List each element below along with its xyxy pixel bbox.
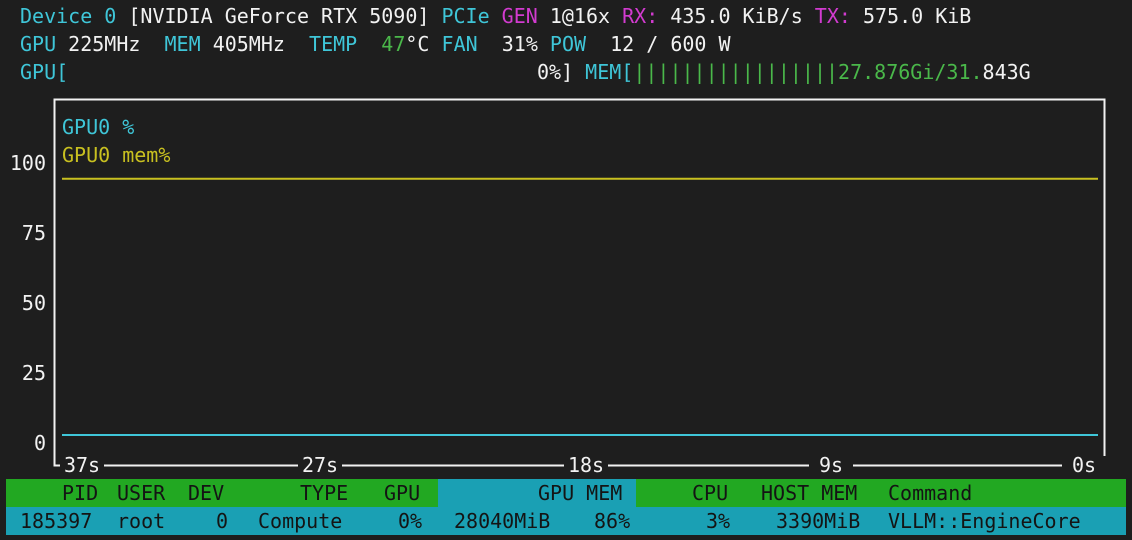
x-tick-label: 37s	[64, 453, 100, 477]
row-cpu: 3%	[706, 509, 731, 533]
row-type: Compute	[258, 509, 343, 533]
gpu-util-bar: GPU[	[20, 58, 68, 86]
col-cpu[interactable]: CPU	[692, 479, 728, 507]
rx-value: 435.0 KiB/s	[670, 4, 803, 28]
mem-bar-label: MEM[	[585, 60, 634, 84]
gpu-clock-label: GPU	[20, 32, 57, 56]
device-label: Device 0	[20, 4, 117, 28]
mem-bar-total: 843G	[982, 60, 1031, 84]
pow-value: 12 / 600 W	[610, 32, 731, 56]
table-row[interactable]: 185397 root 0 Compute 0% 28040MiB 86% 3%…	[6, 507, 1126, 535]
gpu-bar-value: 0%]	[537, 60, 574, 84]
pcie-label: PCIe	[441, 4, 490, 28]
legend-entry-1: GPU0 mem%	[62, 143, 170, 167]
y-tick-label: 50	[22, 291, 46, 315]
row-dev: 0	[216, 509, 229, 533]
row-pid: 185397	[20, 509, 93, 533]
gpu-bar-label: GPU[	[20, 60, 69, 84]
row-gpu-mem: 28040MiB	[454, 509, 551, 533]
x-tick-label: 0s	[1072, 453, 1096, 477]
row-gpu-mem-pct: 86%	[594, 509, 631, 533]
y-tick-label: 75	[22, 221, 46, 245]
legend-entry-0: GPU0 %	[62, 115, 134, 139]
tx-value: 575.0 KiB	[862, 4, 972, 28]
gen-label: GEN	[501, 4, 538, 28]
gpu-clock-value: 225MHz	[68, 32, 141, 56]
gen-value: 1@16x	[549, 4, 611, 28]
col-pid[interactable]: PID	[62, 479, 98, 507]
y-tick-label: 0	[34, 431, 46, 455]
y-tick-label: 100	[10, 151, 46, 175]
x-tick-label: 27s	[302, 453, 338, 477]
x-tick-label: 9s	[819, 453, 843, 477]
col-dev[interactable]: DEV	[188, 479, 224, 507]
col-command[interactable]: Command	[888, 479, 972, 507]
col-gpu[interactable]: GPU	[384, 479, 420, 507]
col-user[interactable]: USER	[117, 479, 165, 507]
pow-label: POW	[549, 32, 587, 56]
gpu-usage-chart: 100 75 50 25 0 37s 27s 18s 9s 0s GPU0 % GPU0 mem%	[10, 98, 1106, 477]
mem-clock-label: MEM	[164, 32, 201, 56]
temp-unit: °C	[405, 32, 430, 56]
fan-value: 31%	[501, 32, 538, 56]
stats-line: GPU 225MHz MEM 405MHz TEMP 47°C FAN 31% …	[20, 30, 731, 58]
row-command: VLLM::EngineCore	[888, 509, 1081, 533]
col-gpu-mem[interactable]: GPU MEM	[538, 479, 622, 507]
device-info-line: Device 0 [NVIDIA GeForce RTX 5090] PCIe …	[20, 2, 971, 30]
chart-frame	[53, 98, 1106, 467]
mem-bar-fill: |||||||||||||||||	[633, 60, 839, 84]
x-tick-label: 18s	[568, 453, 604, 477]
row-user: root	[117, 509, 166, 533]
temp-value: 47	[381, 32, 406, 56]
gpu-util-value: 0%] MEM[|||||||||||||||||27.876Gi/31.843…	[537, 58, 1031, 86]
temp-label: TEMP	[309, 32, 358, 56]
row-gpu: 0%	[398, 509, 423, 533]
mem-bar-used: 27.876Gi/31.	[838, 60, 983, 84]
tx-label: TX:	[814, 4, 851, 28]
col-host-mem[interactable]: HOST MEM	[761, 479, 857, 507]
y-tick-label: 25	[22, 361, 46, 385]
row-host-mem: 3390MiB	[776, 509, 861, 533]
fan-label: FAN	[441, 32, 478, 56]
mem-clock-value: 405MHz	[212, 32, 285, 56]
process-table-header: PID USER DEV TYPE GPU GPU MEM CPU HOST M…	[6, 479, 1126, 507]
col-type[interactable]: TYPE	[300, 479, 348, 507]
rx-label: RX:	[622, 4, 659, 28]
device-name: [NVIDIA GeForce RTX 5090]	[128, 4, 430, 28]
